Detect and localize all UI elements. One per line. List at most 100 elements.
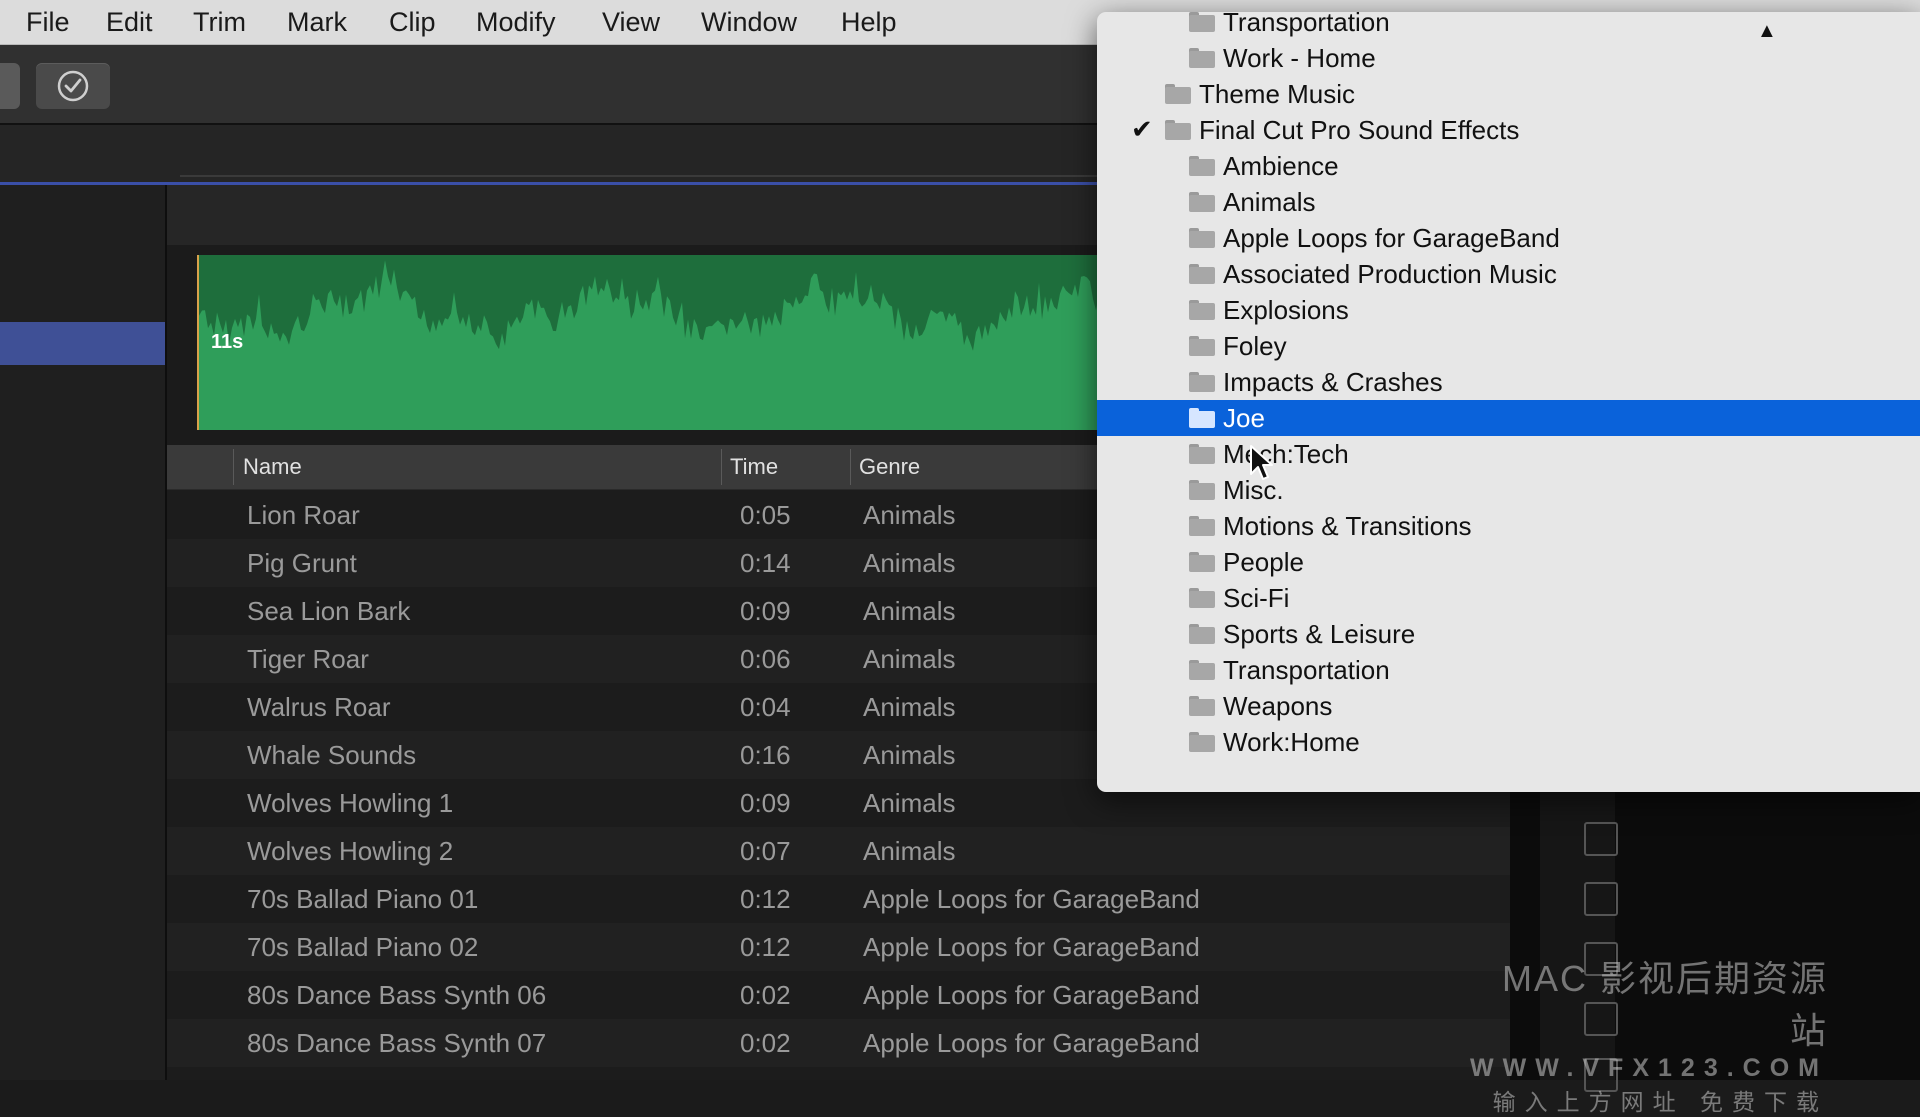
folder-icon xyxy=(1189,408,1215,428)
column-separator xyxy=(850,449,851,485)
watermark-title: MAC 影视后期资源站 xyxy=(1501,958,1828,1051)
menu-edit[interactable]: Edit xyxy=(106,0,153,44)
cell-time: 0:06 xyxy=(740,644,791,674)
folder-icon xyxy=(1189,696,1215,716)
folder-icon xyxy=(1189,48,1215,68)
menu-item-label: Motions & Transitions xyxy=(1223,511,1472,541)
menu-item-label: Associated Production Music xyxy=(1223,259,1557,289)
menu-item-label: Foley xyxy=(1223,331,1287,361)
menu-item-label: Explosions xyxy=(1223,295,1349,325)
folder-icon xyxy=(1189,264,1215,284)
folder-icon xyxy=(1189,552,1215,572)
cell-name: Tiger Roar xyxy=(247,644,369,674)
menu-item-sports-leisure[interactable]: Sports & Leisure xyxy=(1097,616,1920,652)
cell-genre: Apple Loops for GarageBand xyxy=(863,932,1200,962)
menu-item-final-cut-pro-sound-effects[interactable]: ✔ Final Cut Pro Sound Effects xyxy=(1097,112,1920,148)
menu-item-motions-transitions[interactable]: Motions & Transitions xyxy=(1097,508,1920,544)
folder-icon xyxy=(1189,156,1215,176)
folder-icon xyxy=(1189,444,1215,464)
toolbar-button-partial[interactable] xyxy=(0,63,20,109)
menu-help[interactable]: Help xyxy=(841,0,897,44)
scroll-up-arrow-icon[interactable]: ▲ xyxy=(1757,20,1777,43)
menu-item-label: Weapons xyxy=(1223,691,1333,721)
cell-time: 0:12 xyxy=(740,884,791,914)
menu-trim[interactable]: Trim xyxy=(193,0,246,44)
menu-modify[interactable]: Modify xyxy=(476,0,556,44)
table-row[interactable]: 80s Dance Bass Synth 06 0:02 Apple Loops f… xyxy=(167,971,1517,1019)
sidebar-selected-item[interactable] xyxy=(0,322,165,365)
waveform-preview[interactable]: 11s xyxy=(197,255,1102,430)
table-row[interactable]: 70s Ballad Piano 02 0:12 Apple Loops for G… xyxy=(167,923,1517,971)
checkmark-circle-icon xyxy=(57,70,89,102)
menu-file[interactable]: File xyxy=(26,0,70,44)
menu-item-ambience[interactable]: Ambience xyxy=(1097,148,1920,184)
menu-item-foley[interactable]: Foley xyxy=(1097,328,1920,364)
menu-item-theme-music[interactable]: Theme Music xyxy=(1097,76,1920,112)
menu-item-impacts-crashes[interactable]: Impacts & Crashes xyxy=(1097,364,1920,400)
cell-genre: Apple Loops for GarageBand xyxy=(863,884,1200,914)
menu-item-work-home[interactable]: Work:Home xyxy=(1097,724,1920,760)
column-header-name[interactable]: Name xyxy=(243,445,302,489)
menu-item-associated-production-music[interactable]: Associated Production Music xyxy=(1097,256,1920,292)
folder-icon xyxy=(1165,84,1191,104)
menu-item-transportation[interactable]: Transportation xyxy=(1097,652,1920,688)
menu-item-work-home[interactable]: Work - Home xyxy=(1097,40,1920,76)
menu-item-explosions[interactable]: Explosions xyxy=(1097,292,1920,328)
menu-item-label: Transportation xyxy=(1223,12,1390,37)
cell-time: 0:16 xyxy=(740,740,791,770)
duration-label: 11s xyxy=(211,331,244,353)
cell-genre: Animals xyxy=(863,500,956,530)
cell-name: Wolves Howling 1 xyxy=(247,788,454,818)
menu-item-mech-tech[interactable]: Mech:Tech xyxy=(1097,436,1920,472)
cell-name: 70s Ballad Piano 01 xyxy=(247,884,479,914)
menu-item-people[interactable]: People xyxy=(1097,544,1920,580)
cell-name: 80s Dance Bass Synth 07 xyxy=(247,1028,547,1058)
mouse-pointer-icon xyxy=(1250,445,1273,480)
folder-icon xyxy=(1189,516,1215,536)
cell-name: Walrus Roar xyxy=(247,692,391,722)
done-button[interactable] xyxy=(36,63,110,109)
folder-icon xyxy=(1189,228,1215,248)
menu-item-apple-loops-for-garageband[interactable]: Apple Loops for GarageBand xyxy=(1097,220,1920,256)
table-row-partial[interactable] xyxy=(167,1067,1517,1087)
menu-item-weapons[interactable]: Weapons xyxy=(1097,688,1920,724)
cell-genre: Animals xyxy=(863,644,956,674)
toolbar xyxy=(0,45,1100,125)
menu-item-label: Apple Loops for GarageBand xyxy=(1223,223,1560,253)
menu-mark[interactable]: Mark xyxy=(287,0,347,44)
menu-item-label: Transportation xyxy=(1223,655,1390,685)
checkbox[interactable] xyxy=(1584,882,1618,916)
menu-item-animals[interactable]: Animals xyxy=(1097,184,1920,220)
column-header-time[interactable]: Time xyxy=(730,445,778,489)
cell-genre: Animals xyxy=(863,836,956,866)
sidebar xyxy=(0,185,167,1080)
table-row[interactable]: 70s Ballad Piano 01 0:12 Apple Loops for G… xyxy=(167,875,1517,923)
menu-item-joe[interactable]: Joe xyxy=(1097,400,1920,436)
cell-time: 0:05 xyxy=(740,500,791,530)
cell-name: Sea Lion Bark xyxy=(247,596,411,626)
table-row[interactable]: 80s Dance Bass Synth 07 0:02 Apple Loops f… xyxy=(167,1019,1517,1067)
column-header-genre[interactable]: Genre xyxy=(859,445,920,489)
table-row[interactable]: Wolves Howling 2 0:07 Animals xyxy=(167,827,1517,875)
menu-item-misc[interactable]: Misc. xyxy=(1097,472,1920,508)
toolbar-strip xyxy=(0,125,1100,185)
cell-genre: Animals xyxy=(863,740,956,770)
menu-item-label: People xyxy=(1223,547,1304,577)
menu-item-label: Animals xyxy=(1223,187,1316,217)
folder-icon xyxy=(1189,192,1215,212)
menu-clip[interactable]: Clip xyxy=(389,0,436,44)
menu-item-label: Impacts & Crashes xyxy=(1223,367,1443,397)
menu-view[interactable]: View xyxy=(602,0,660,44)
watermark-subtitle: 输入上方网址 免费下载 xyxy=(1492,1089,1828,1115)
menu-item-transportation[interactable]: Transportation xyxy=(1097,12,1920,40)
cell-name: Lion Roar xyxy=(247,500,360,530)
menu-window[interactable]: Window xyxy=(701,0,797,44)
cell-name: Pig Grunt xyxy=(247,548,357,578)
checkbox[interactable] xyxy=(1584,822,1618,856)
cell-time: 0:02 xyxy=(740,980,791,1010)
cell-name: Whale Sounds xyxy=(247,740,417,770)
cell-time: 0:09 xyxy=(740,596,791,626)
menu-item-sci-fi[interactable]: Sci-Fi xyxy=(1097,580,1920,616)
cell-genre: Apple Loops for GarageBand xyxy=(863,980,1200,1010)
folder-icon xyxy=(1189,588,1215,608)
